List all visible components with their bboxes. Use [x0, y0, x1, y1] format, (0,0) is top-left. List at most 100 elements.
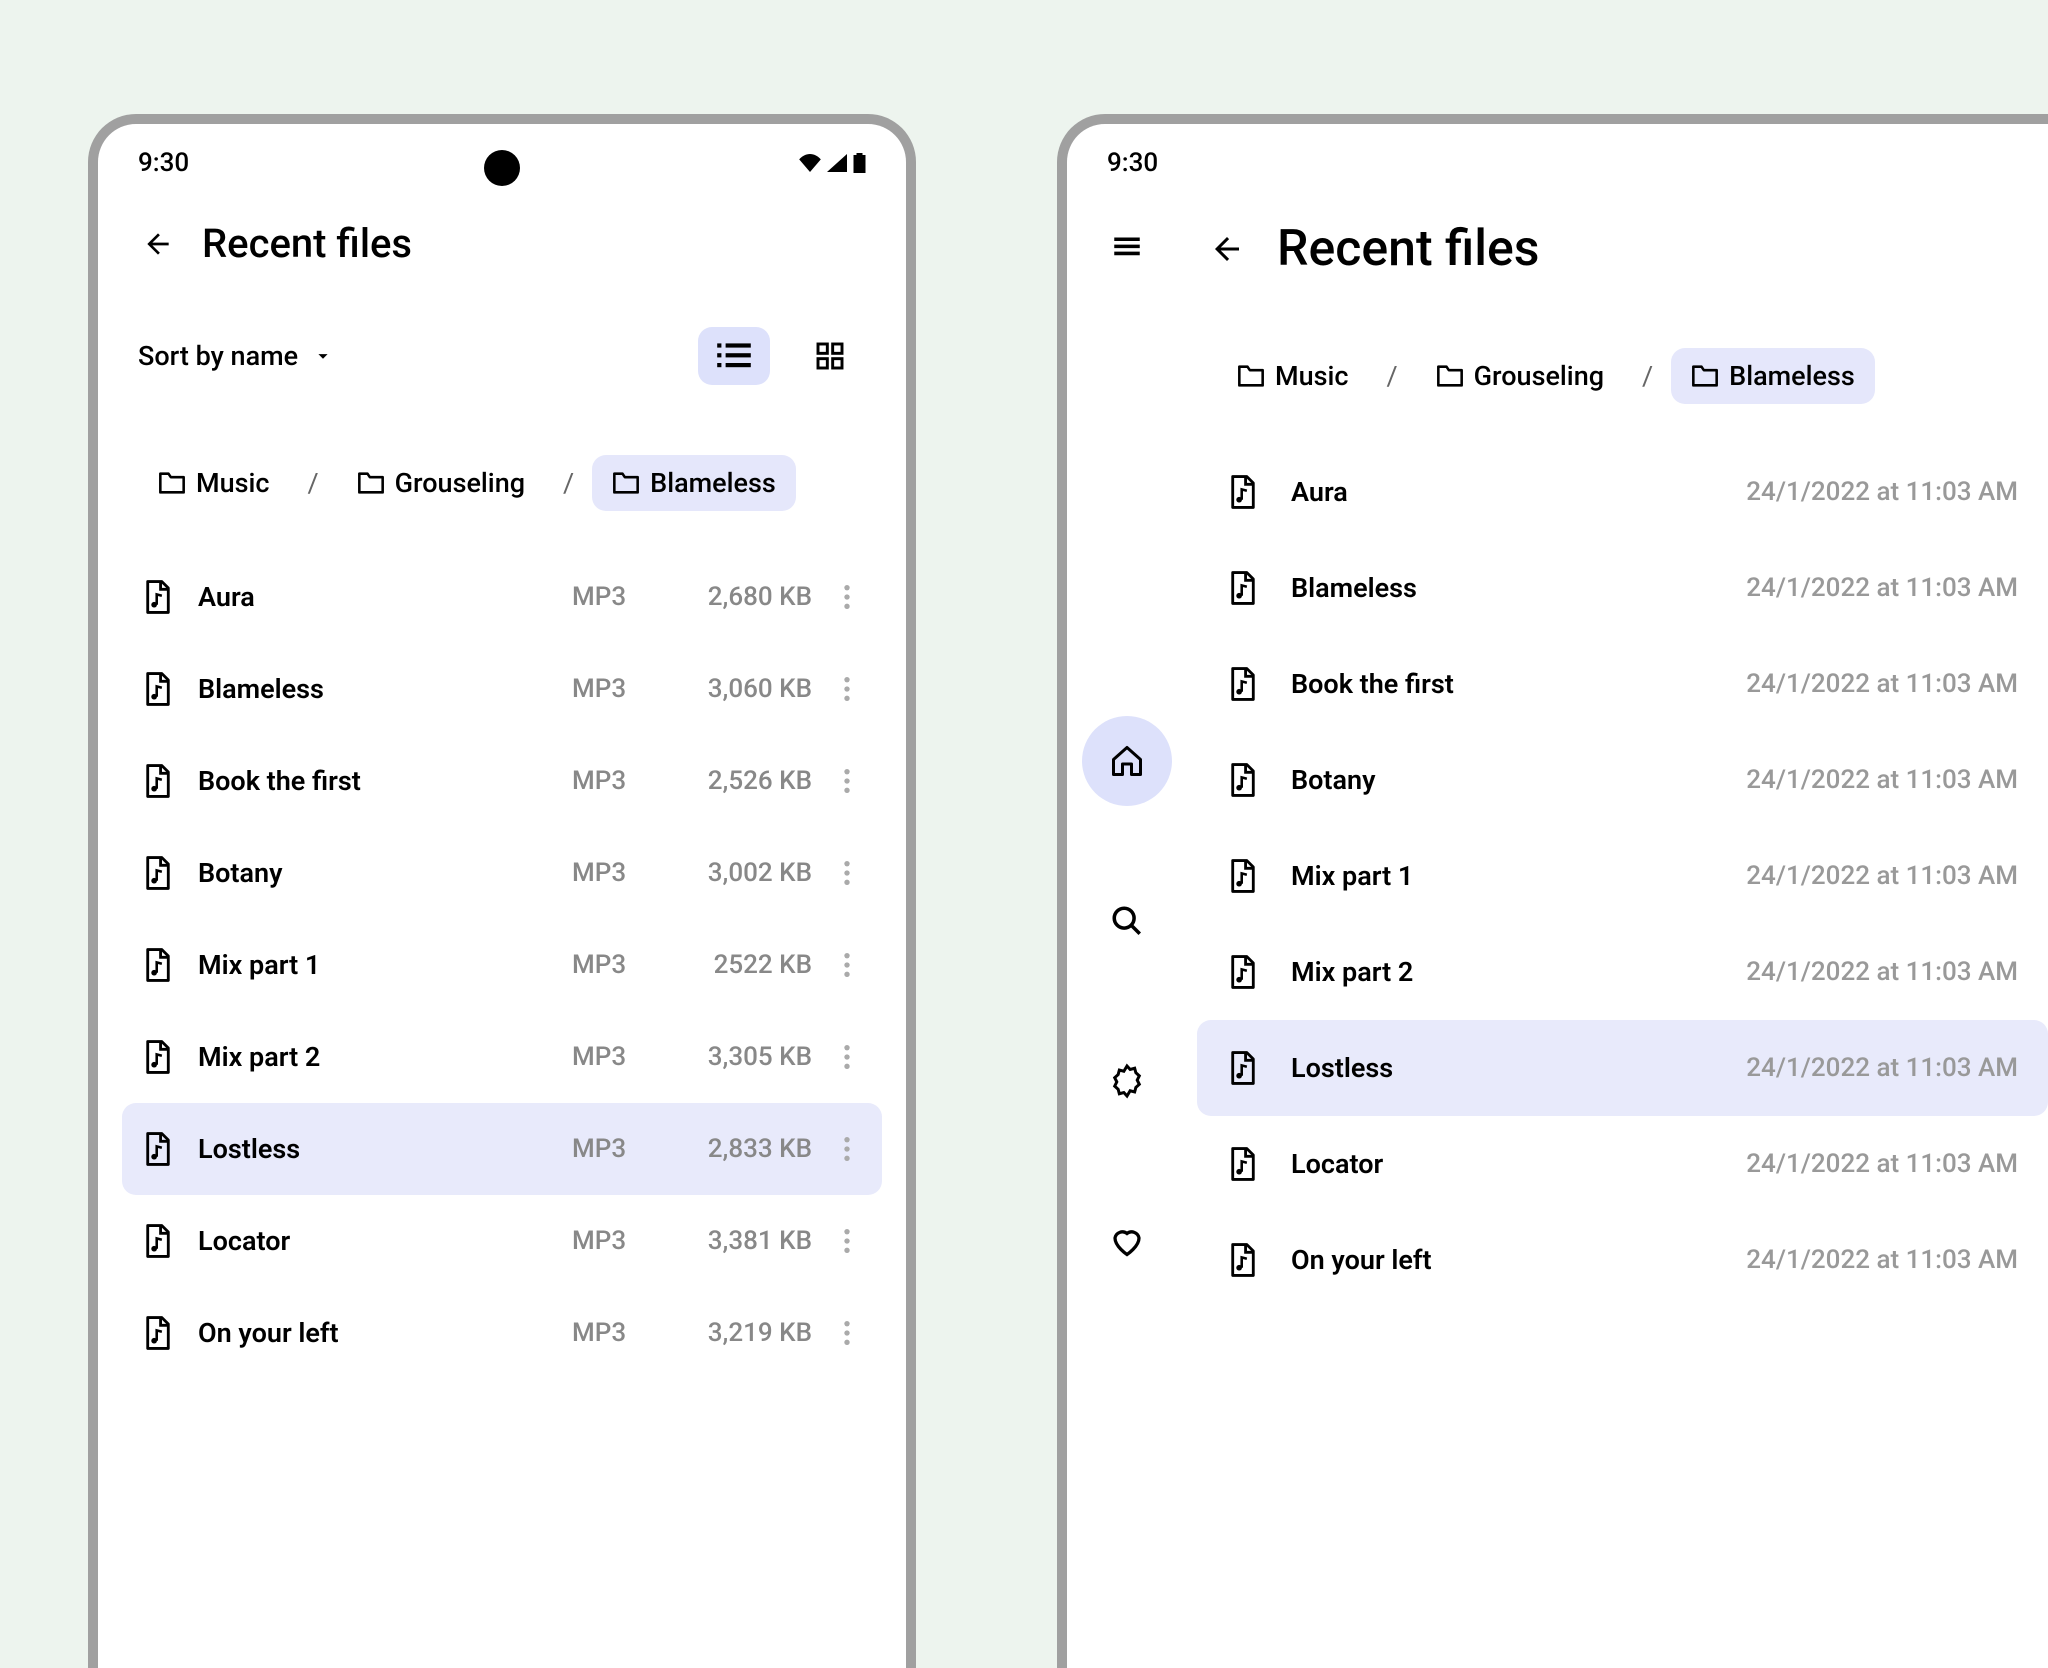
file-row[interactable]: LostlessMP32,833 KB — [122, 1103, 882, 1195]
file-row[interactable]: Mix part 124/1/2022 at 11:03 AM — [1197, 828, 2048, 924]
file-row[interactable]: BotanyMP33,002 KB — [122, 827, 882, 919]
file-type-icon — [142, 855, 178, 891]
breadcrumb-item[interactable]: Grouseling — [337, 455, 545, 511]
file-type-icon — [142, 1131, 178, 1167]
audio-file-icon — [1227, 1146, 1259, 1182]
audio-file-icon — [1227, 1050, 1259, 1086]
chevron-down-icon — [312, 345, 334, 367]
file-row[interactable]: Aura24/1/2022 at 11:03 AM — [1197, 444, 2048, 540]
nav-search[interactable] — [1082, 876, 1172, 966]
file-more-button[interactable] — [832, 1227, 862, 1255]
file-row[interactable]: Book the first MP3 2,526 KB — [122, 735, 882, 827]
file-size: 3,305 KB — [672, 1042, 812, 1072]
file-more-button[interactable] — [832, 1319, 862, 1347]
breadcrumb-item[interactable]: Blameless — [592, 455, 796, 511]
file-size: 3,219 KB — [672, 1318, 812, 1348]
nav-verified[interactable] — [1082, 1036, 1172, 1126]
file-list: Aura24/1/2022 at 11:03 AMBlameless24/1/2… — [1187, 444, 2048, 1308]
grid-view-button[interactable] — [794, 327, 866, 385]
more-vertical-icon — [843, 1135, 851, 1163]
back-button[interactable] — [138, 224, 178, 264]
file-more-button[interactable] — [832, 1043, 862, 1071]
file-name: Book the first — [198, 765, 552, 797]
page-title: Recent files — [202, 220, 412, 267]
breadcrumb-label: Blameless — [1729, 360, 1855, 392]
sort-dropdown[interactable]: Sort by name — [138, 340, 334, 372]
breadcrumb-label: Music — [1275, 360, 1349, 392]
file-date: 24/1/2022 at 11:03 AM — [1746, 669, 2018, 699]
file-row[interactable]: Mix part 224/1/2022 at 11:03 AM — [1197, 924, 2048, 1020]
back-button[interactable] — [1207, 229, 1247, 269]
app-header: Recent files — [98, 190, 906, 287]
breadcrumb-label: Music — [196, 467, 270, 499]
file-size: 2,680 KB — [672, 582, 812, 612]
file-size: 2,526 KB — [672, 766, 812, 796]
audio-file-icon — [142, 947, 174, 983]
file-type-icon — [142, 579, 178, 615]
file-date: 24/1/2022 at 11:03 AM — [1746, 957, 2018, 987]
file-size: 3,002 KB — [672, 858, 812, 888]
breadcrumb-item[interactable]: Blameless — [1671, 348, 1875, 404]
page-title: Recent files — [1277, 220, 1540, 278]
status-icons — [799, 153, 866, 173]
file-more-button[interactable] — [832, 1135, 862, 1163]
breadcrumb: Music/Grouseling/Blameless — [98, 415, 906, 541]
file-type-icon — [1227, 762, 1263, 798]
arrow-back-icon — [1209, 231, 1245, 267]
file-more-button[interactable] — [832, 583, 862, 611]
file-row[interactable]: Book the first24/1/2022 at 11:03 AM — [1197, 636, 2048, 732]
file-more-button[interactable] — [832, 951, 862, 979]
audio-file-icon — [142, 671, 174, 707]
file-type-icon — [142, 1039, 178, 1075]
nav-home[interactable] — [1082, 716, 1172, 806]
file-row[interactable]: Locator 24/1/2022 at 11:03 AM — [1197, 1116, 2048, 1212]
file-size: 2522 KB — [672, 950, 812, 980]
breadcrumb-item[interactable]: Music — [1217, 348, 1369, 404]
file-row[interactable]: BlamelessMP33,060 KB — [122, 643, 882, 735]
file-more-button[interactable] — [832, 675, 862, 703]
search-icon — [1110, 904, 1144, 938]
nav-favorites[interactable] — [1082, 1196, 1172, 1286]
file-name: Aura — [1291, 476, 1718, 508]
audio-file-icon — [142, 579, 174, 615]
file-type-icon — [142, 671, 178, 707]
breadcrumb-separator: / — [555, 467, 582, 499]
file-list: AuraMP32,680 KBBlamelessMP33,060 KBBook … — [98, 541, 906, 1379]
file-size: 3,060 KB — [672, 674, 812, 704]
breadcrumb-item[interactable]: Music — [138, 455, 290, 511]
file-date: 24/1/2022 at 11:03 AM — [1746, 573, 2018, 603]
home-icon — [1109, 743, 1145, 779]
file-type: MP3 — [572, 674, 652, 704]
file-row[interactable]: Botany24/1/2022 at 11:03 AM — [1197, 732, 2048, 828]
file-name: Locator — [1291, 1148, 1718, 1180]
list-view-button[interactable] — [698, 327, 770, 385]
file-type-icon — [142, 1223, 178, 1259]
more-vertical-icon — [843, 859, 851, 887]
file-more-button[interactable] — [832, 767, 862, 795]
audio-file-icon — [1227, 570, 1259, 606]
file-row[interactable]: Lostless24/1/2022 at 11:03 AM — [1197, 1020, 2048, 1116]
file-row[interactable]: LocatorMP33,381 KB — [122, 1195, 882, 1287]
file-name: Lostless — [1291, 1052, 1718, 1084]
file-name: Aura — [198, 581, 552, 613]
file-row[interactable]: AuraMP32,680 KB — [122, 551, 882, 643]
audio-file-icon — [142, 1223, 174, 1259]
more-vertical-icon — [843, 767, 851, 795]
file-row[interactable]: On your left24/1/2022 at 11:03 AM — [1197, 1212, 2048, 1308]
file-row[interactable]: Blameless24/1/2022 at 11:03 AM — [1197, 540, 2048, 636]
file-row[interactable]: On your leftMP33,219 KB — [122, 1287, 882, 1379]
file-type: MP3 — [572, 766, 652, 796]
file-type-icon — [1227, 1242, 1263, 1278]
menu-button[interactable] — [1107, 226, 1147, 266]
file-type: MP3 — [572, 858, 652, 888]
file-more-button[interactable] — [832, 859, 862, 887]
file-date: 24/1/2022 at 11:03 AM — [1746, 1149, 2018, 1179]
breadcrumb-item[interactable]: Grouseling — [1416, 348, 1624, 404]
file-type: MP3 — [572, 1134, 652, 1164]
breadcrumb-label: Grouseling — [1474, 360, 1604, 392]
folder-icon — [612, 471, 640, 495]
file-row[interactable]: Mix part 2MP33,305 KB — [122, 1011, 882, 1103]
more-vertical-icon — [843, 1043, 851, 1071]
file-name: Mix part 1 — [198, 949, 552, 981]
file-row[interactable]: Mix part 1MP32522 KB — [122, 919, 882, 1011]
